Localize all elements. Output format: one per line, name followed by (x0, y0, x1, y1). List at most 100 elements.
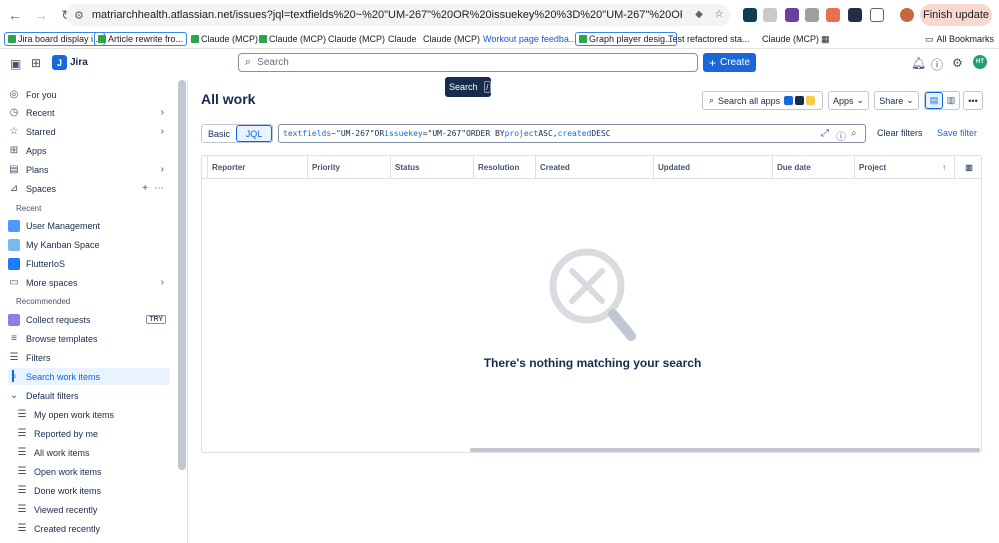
column-header[interactable]: Updated (653, 156, 772, 179)
column-header[interactable]: Project ↑ (854, 156, 954, 179)
filter-list-icon: ☰ (17, 409, 27, 420)
sidebar-item-recent[interactable]: ◷ Recent › (8, 104, 170, 121)
filter-item[interactable]: ☰ Created recently (16, 520, 170, 537)
column-header[interactable]: Due date (772, 156, 854, 179)
space-item-user-management[interactable]: User Management (8, 217, 170, 234)
try-badge: TRY (146, 315, 166, 324)
sort-ascending-icon[interactable]: ↑ (942, 163, 946, 172)
sidebar-item-apps[interactable]: ⊞ Apps (8, 142, 170, 159)
column-header[interactable]: Status (390, 156, 473, 179)
column-header[interactable]: Resolution (473, 156, 535, 179)
jql-input[interactable]: textfields ~ "UM-267" OR issuekey = "UM-… (278, 124, 866, 143)
help-icon[interactable]: ⓘ (931, 56, 943, 73)
expand-icon[interactable]: ⤢ (821, 128, 829, 139)
sidebar-toggle-icon[interactable]: ▣ (10, 57, 21, 71)
extension-icon[interactable] (826, 8, 840, 22)
sidebar-item-filters[interactable]: ☰ Filters (8, 349, 170, 366)
forward-icon[interactable]: → (30, 4, 52, 26)
plans-icon: ▤ (9, 164, 19, 175)
basic-mode-button[interactable]: Basic (202, 125, 236, 142)
jql-mode-button[interactable]: JQL (236, 125, 272, 142)
project-icon (8, 219, 20, 232)
bookmark-item[interactable]: Claude (MCP) (328, 32, 385, 46)
bookmark-item[interactable]: Workout page feedba... (483, 32, 576, 46)
list-view-icon[interactable]: ▤ (925, 92, 943, 109)
site-info-icon[interactable]: ⚙ (74, 9, 84, 22)
search-all-apps-button[interactable]: ⌕ Search all apps (702, 91, 823, 110)
space-item-fluttertios[interactable]: FlutterIoS (8, 255, 170, 272)
sidebar-item-spaces[interactable]: ⊿ Spaces + ⋯ (8, 180, 170, 197)
more-actions-button[interactable]: ••• (963, 91, 983, 110)
add-space-icon[interactable]: + (142, 183, 148, 194)
extension-icon[interactable] (848, 8, 862, 22)
active-indicator (12, 370, 14, 382)
extension-icon[interactable] (763, 8, 777, 22)
star-icon[interactable]: ☆ (712, 7, 726, 21)
bookmark-item[interactable]: Claude (MCP) (423, 32, 480, 46)
share-dropdown[interactable]: Share ⌄ (874, 91, 919, 110)
column-header[interactable]: Created (535, 156, 653, 179)
space-item-kanban[interactable]: My Kanban Space (8, 236, 170, 253)
bookmark-item[interactable]: Graph player desig... (575, 32, 677, 46)
puzzle-icon[interactable] (870, 8, 884, 22)
user-circle-icon: ◎ (9, 89, 19, 100)
bookmark-item[interactable]: Claude (388, 32, 417, 46)
sidebar-item-starred[interactable]: ☆ Starred › (8, 123, 170, 140)
column-header[interactable]: Priority (307, 156, 390, 179)
column-config-icon[interactable]: ▥ (954, 156, 981, 179)
settings-icon[interactable]: ⚙ (952, 56, 963, 70)
sidebar-item-for-you[interactable]: ◎ For you (8, 86, 170, 103)
create-button[interactable]: + Create (703, 53, 756, 72)
extension-icon[interactable] (743, 8, 757, 22)
bookmark-item[interactable]: Article rewrite fro... (94, 32, 188, 46)
user-avatar[interactable]: HT (973, 55, 987, 69)
apps-dropdown[interactable]: Apps ⌄ (828, 91, 869, 110)
sidebar-scrollbar[interactable] (178, 80, 186, 470)
filter-list-icon: ☰ (17, 523, 27, 534)
bookmark-item[interactable]: Claude (MCP) (191, 32, 258, 46)
finish-update-button[interactable]: Finish update (920, 4, 992, 26)
filter-item[interactable]: ☰ Viewed recently (16, 501, 170, 518)
global-search-input[interactable]: ⌕ Search (238, 53, 698, 72)
app-switcher-icon[interactable]: ⊞ (31, 56, 41, 70)
sidebar-item-plans[interactable]: ▤ Plans › (8, 161, 170, 178)
address-bar[interactable]: ⚙ matriarchhealth.atlassian.net/issues?j… (66, 4, 730, 26)
clear-filters-button[interactable]: Clear filters (877, 128, 923, 138)
clock-icon: ◷ (9, 107, 19, 118)
chevron-right-icon: › (160, 107, 164, 118)
bookmark-item[interactable]: Claude (MCP) (762, 32, 819, 46)
filter-list-icon: ☰ (17, 428, 27, 439)
notifications-icon[interactable]: 🔔︎ (911, 56, 926, 70)
app-name[interactable]: Jira (70, 57, 88, 68)
save-filter-button[interactable]: Save filter (937, 128, 977, 138)
sidebar-item-browse-templates[interactable]: ≡ Browse templates (8, 330, 170, 347)
profile-avatar[interactable] (900, 8, 914, 22)
all-bookmarks[interactable]: ▭ All Bookmarks (925, 32, 994, 46)
view-toggle: ▤ ▥ (924, 91, 960, 110)
detail-view-icon[interactable]: ▥ (943, 92, 959, 109)
filter-item[interactable]: ☰ Done work items (16, 482, 170, 499)
column-header[interactable]: Reporter (207, 156, 307, 179)
more-icon[interactable]: ⋯ (154, 183, 164, 194)
star-icon: ☆ (9, 126, 19, 137)
filter-item[interactable]: ☰ Reported by me (16, 425, 170, 442)
bookmark-item[interactable]: Test refactored sta... (668, 32, 750, 46)
jira-logo[interactable]: J (52, 55, 67, 70)
bookmark-item[interactable]: Claude (MCP) (259, 32, 326, 46)
apps-grid-icon[interactable]: ▦ (821, 32, 830, 46)
back-icon[interactable]: ← (4, 4, 26, 26)
extension-pin-icon[interactable]: ◆ (692, 7, 706, 21)
sidebar-item-search-work-items[interactable]: ⌕Search work items (8, 368, 170, 385)
filter-item[interactable]: ☰ Open work items (16, 463, 170, 480)
bookmark-item[interactable]: Jira board display i... (4, 32, 105, 46)
filter-item[interactable]: ☰ My open work items (16, 406, 170, 423)
sidebar-item-default-filters[interactable]: ⌄ Default filters (8, 387, 170, 404)
extension-icon[interactable] (805, 8, 819, 22)
horizontal-scrollbar[interactable] (470, 448, 980, 452)
sidebar-item-collect-requests[interactable]: Collect requests TRY (8, 311, 170, 328)
filter-item[interactable]: ☰ All work items (16, 444, 170, 461)
search-icon[interactable]: ⌕ (851, 128, 857, 139)
sidebar-item-more-spaces[interactable]: ▭ More spaces › (8, 274, 170, 291)
extension-icon[interactable] (785, 8, 799, 22)
help-icon[interactable]: ⓘ (836, 128, 846, 143)
